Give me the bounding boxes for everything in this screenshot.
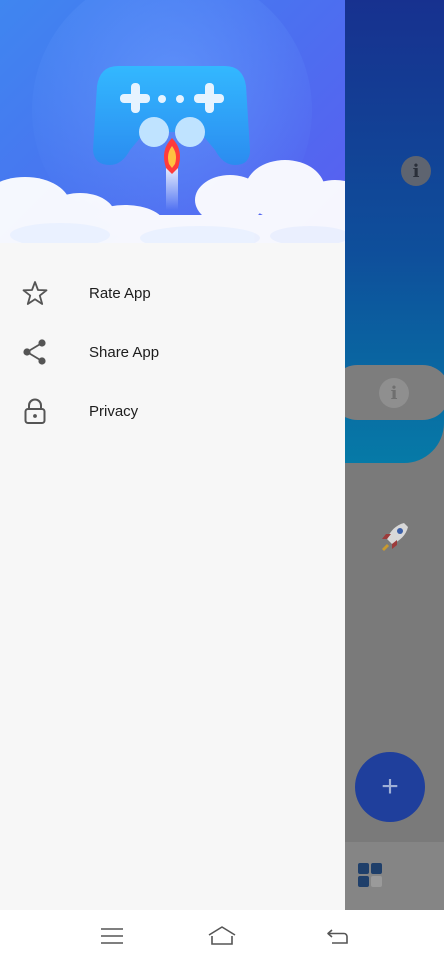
star-outline-icon [22, 281, 48, 305]
menu-icon[interactable] [97, 924, 127, 948]
lock-icon [24, 398, 46, 424]
rocket-icon [382, 523, 408, 551]
navigation-drawer: Rate App Share App Privacy [0, 0, 345, 910]
system-navigation-bar [0, 910, 444, 962]
menu-item-share-app[interactable]: Share App [0, 323, 345, 381]
share-icon [23, 339, 46, 365]
grid-icon[interactable] [358, 863, 382, 887]
drawer-header-illustration [0, 0, 345, 253]
info-icon[interactable]: i [379, 378, 409, 408]
menu-item-label: Share App [89, 343, 160, 361]
info-icon[interactable]: i [401, 156, 431, 186]
menu-item-label: Privacy [89, 402, 139, 420]
menu-item-rate-app[interactable]: Rate App [0, 264, 345, 322]
home-icon[interactable] [207, 924, 237, 948]
add-fab-button[interactable]: + [355, 752, 425, 822]
menu-item-label: Rate App [89, 284, 151, 302]
menu-item-privacy[interactable]: Privacy [0, 382, 345, 440]
back-icon[interactable] [324, 924, 354, 948]
drawer-header [0, 0, 345, 253]
